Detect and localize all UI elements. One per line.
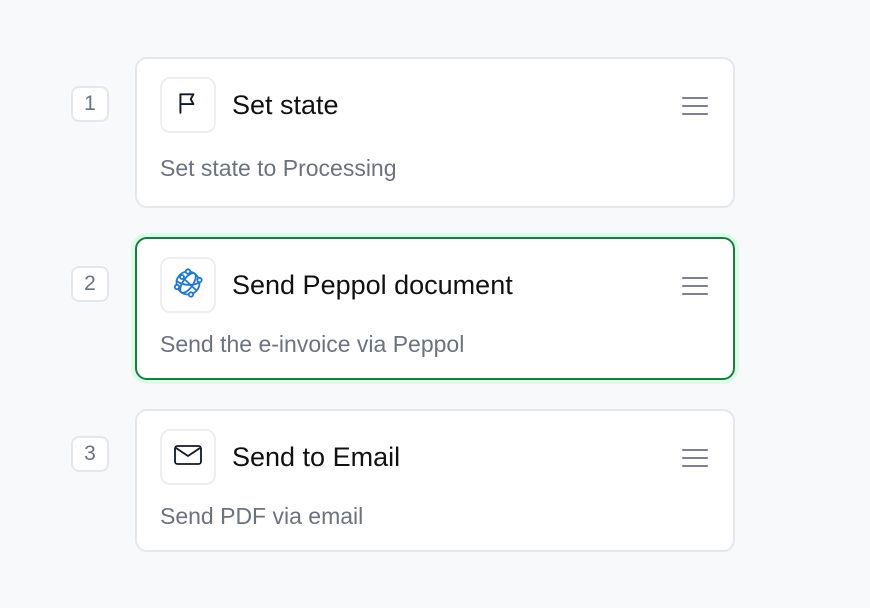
step-title: Send Peppol document [232,270,513,300]
step-number-badge: 3 [71,436,109,472]
step-icon-box [160,77,216,133]
step-title: Send to Email [232,442,401,472]
mail-icon [173,443,203,472]
drag-handle-icon[interactable] [681,274,709,298]
step-icon-box [160,429,216,485]
drag-handle-icon[interactable] [681,446,709,470]
step-description: Send PDF via email [160,503,364,529]
step-description: Set state to Processing [160,155,397,181]
step-icon-box [160,257,216,313]
peppol-network-icon [171,266,205,305]
drag-handle-icon[interactable] [681,94,709,118]
step-description: Send the e-invoice via Peppol [160,331,465,357]
step-number-badge: 1 [71,86,109,122]
step-card-send-email[interactable]: Send to Email Send PDF via email [135,409,735,552]
step-number-badge: 2 [71,266,109,302]
step-card-send-peppol[interactable]: Send Peppol document Send the e-invoice … [135,237,735,380]
flag-icon [175,90,201,121]
step-card-set-state[interactable]: Set state Set state to Processing [135,57,735,208]
step-title: Set state [232,90,339,120]
